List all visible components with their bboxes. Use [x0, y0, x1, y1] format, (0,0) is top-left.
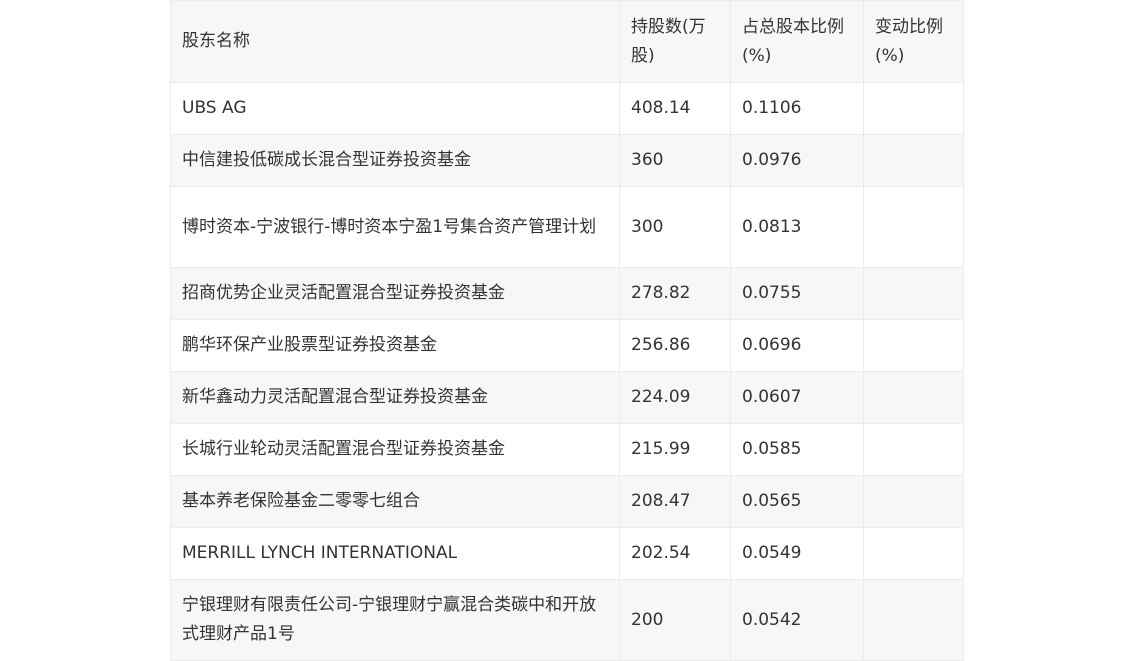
cell-change-ratio: [863, 82, 964, 135]
cell-shareholder-name: 基本养老保险基金二零零七组合: [170, 475, 620, 528]
table-row: 招商优势企业灵活配置混合型证券投资基金 278.82 0.0755: [170, 267, 964, 320]
cell-share-ratio: 0.0976: [730, 134, 864, 187]
cell-share-ratio: 0.0755: [730, 267, 864, 320]
table-row: MERRILL LYNCH INTERNATIONAL 202.54 0.054…: [170, 527, 964, 580]
shareholder-table: 股东名称 持股数(万股) 占总股本比例(%) 变动比例(%) UBS AG 40…: [170, 0, 964, 661]
cell-shareholder-name: 新华鑫动力灵活配置混合型证券投资基金: [170, 371, 620, 424]
cell-change-ratio: [863, 134, 964, 187]
table-row: 宁银理财有限责任公司-宁银理财宁赢混合类碳中和开放式理财产品1号 200 0.0…: [170, 579, 964, 661]
header-shareholder-name: 股东名称: [170, 0, 620, 83]
cell-shares-held: 224.09: [619, 371, 731, 424]
cell-change-ratio: [863, 371, 964, 424]
cell-shareholder-name: 宁银理财有限责任公司-宁银理财宁赢混合类碳中和开放式理财产品1号: [170, 579, 620, 661]
cell-change-ratio: [863, 527, 964, 580]
cell-shareholder-name: MERRILL LYNCH INTERNATIONAL: [170, 527, 620, 580]
table-row: 新华鑫动力灵活配置混合型证券投资基金 224.09 0.0607: [170, 371, 964, 424]
table-row: 鹏华环保产业股票型证券投资基金 256.86 0.0696: [170, 319, 964, 372]
cell-shareholder-name: 博时资本-宁波银行-博时资本宁盈1号集合资产管理计划: [170, 186, 620, 268]
cell-shareholder-name: 鹏华环保产业股票型证券投资基金: [170, 319, 620, 372]
table-row: 博时资本-宁波银行-博时资本宁盈1号集合资产管理计划 300 0.0813: [170, 186, 964, 268]
cell-shares-held: 408.14: [619, 82, 731, 135]
cell-shares-held: 208.47: [619, 475, 731, 528]
table-row: 基本养老保险基金二零零七组合 208.47 0.0565: [170, 475, 964, 528]
table-row: 长城行业轮动灵活配置混合型证券投资基金 215.99 0.0585: [170, 423, 964, 476]
cell-shares-held: 256.86: [619, 319, 731, 372]
cell-share-ratio: 0.0542: [730, 579, 864, 661]
cell-shares-held: 200: [619, 579, 731, 661]
cell-shares-held: 215.99: [619, 423, 731, 476]
cell-change-ratio: [863, 186, 964, 268]
cell-share-ratio: 0.0607: [730, 371, 864, 424]
cell-change-ratio: [863, 267, 964, 320]
cell-shareholder-name: 招商优势企业灵活配置混合型证券投资基金: [170, 267, 620, 320]
cell-shares-held: 202.54: [619, 527, 731, 580]
cell-change-ratio: [863, 579, 964, 661]
cell-change-ratio: [863, 475, 964, 528]
cell-shareholder-name: UBS AG: [170, 82, 620, 135]
cell-shares-held: 278.82: [619, 267, 731, 320]
cell-share-ratio: 0.0549: [730, 527, 864, 580]
table-header-row: 股东名称 持股数(万股) 占总股本比例(%) 变动比例(%): [170, 0, 964, 83]
cell-shares-held: 360: [619, 134, 731, 187]
cell-change-ratio: [863, 319, 964, 372]
header-change-ratio: 变动比例(%): [863, 0, 964, 83]
cell-share-ratio: 0.0585: [730, 423, 864, 476]
cell-share-ratio: 0.1106: [730, 82, 864, 135]
cell-shareholder-name: 中信建投低碳成长混合型证券投资基金: [170, 134, 620, 187]
table-row: UBS AG 408.14 0.1106: [170, 82, 964, 135]
header-share-ratio: 占总股本比例(%): [730, 0, 864, 83]
cell-share-ratio: 0.0696: [730, 319, 864, 372]
cell-change-ratio: [863, 423, 964, 476]
table-row: 中信建投低碳成长混合型证券投资基金 360 0.0976: [170, 134, 964, 187]
shareholder-table-container: 股东名称 持股数(万股) 占总股本比例(%) 变动比例(%) UBS AG 40…: [170, 0, 964, 661]
cell-shares-held: 300: [619, 186, 731, 268]
cell-share-ratio: 0.0565: [730, 475, 864, 528]
cell-shareholder-name: 长城行业轮动灵活配置混合型证券投资基金: [170, 423, 620, 476]
header-shares-held: 持股数(万股): [619, 0, 731, 83]
cell-share-ratio: 0.0813: [730, 186, 864, 268]
